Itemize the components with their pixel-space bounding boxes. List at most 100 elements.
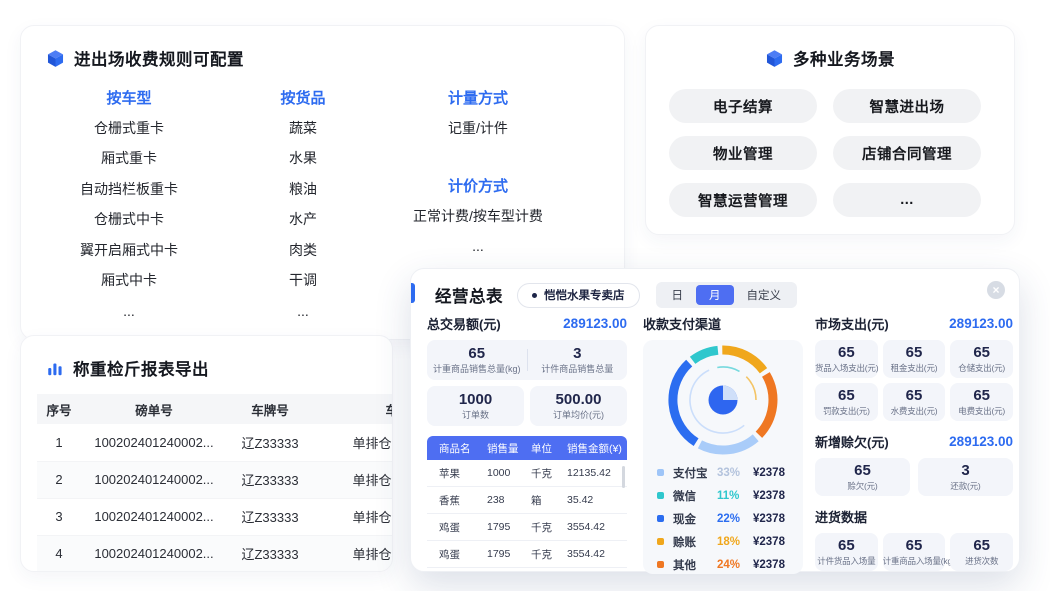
- fee-rule-item: 自动挡栏板重卡: [39, 174, 219, 205]
- table-row: 鸡蛋1795千克3554.42: [427, 514, 627, 541]
- store-dot-icon: [532, 293, 537, 298]
- product-table-cell: 千克: [531, 547, 567, 562]
- legend-amount: ¥2378: [753, 467, 785, 479]
- stat-label: 进货次数: [950, 555, 1013, 567]
- legend-amount: ¥2378: [753, 536, 785, 548]
- cube-icon: [46, 49, 65, 68]
- legend-label: 赊账: [673, 534, 717, 550]
- fee-column-header: 计量方式: [378, 82, 578, 113]
- product-table-header-cell: 商品名: [439, 441, 487, 456]
- product-table-cell: 千克: [531, 466, 567, 481]
- weigh-table-cell: 单排仓栅式货车: [313, 535, 393, 572]
- stat-label: 订单均价(元): [530, 409, 627, 421]
- fee-rule-item: 厢式重卡: [39, 143, 219, 174]
- weigh-table-cell: 单排仓栅式货车: [313, 461, 393, 498]
- cube-icon: [765, 49, 784, 68]
- legend-amount: ¥2378: [753, 513, 785, 525]
- stat-label: 订单数: [427, 409, 524, 421]
- purchase-stat-box: 65计件货品入场量: [815, 533, 878, 571]
- stat-box: 1000 订单数: [427, 386, 524, 426]
- weigh-table-cell: 2: [37, 461, 81, 498]
- fee-rules-column: 按车型仓栅式重卡厢式重卡自动挡栏板重卡仓栅式中卡翼开启厢式中卡厢式中卡...: [39, 82, 219, 326]
- fee-rule-item: 仓栅式中卡: [39, 204, 219, 235]
- transactions-label-row: 总交易额(元) 289123.00: [427, 311, 627, 335]
- credit-stats: 65赊欠(元)3还款(元): [815, 458, 1013, 496]
- product-table-cell: 1795: [487, 548, 531, 560]
- fee-rule-item: ...: [39, 296, 219, 327]
- legend-item: 微信11%¥2378: [657, 484, 803, 507]
- scenario-button[interactable]: 智慧进出场: [833, 89, 981, 123]
- stat-value: 65: [950, 344, 1013, 361]
- table-row: 香蕉238箱35.42: [427, 487, 627, 514]
- product-table-body: 苹果1000千克12135.42香蕉238箱35.42鸡蛋1795千克3554.…: [427, 460, 627, 568]
- legend-swatch-icon: [657, 561, 664, 568]
- section-value: 289123.00: [949, 316, 1013, 331]
- weigh-table-head-row: 序号磅单号车牌号车型: [37, 394, 393, 424]
- scenario-button[interactable]: 智慧运营管理: [669, 183, 817, 217]
- product-table-cell: 香蕉: [439, 493, 487, 508]
- scenario-button[interactable]: 物业管理: [669, 136, 817, 170]
- fee-column-header: 按货品: [228, 82, 378, 113]
- expense-stats: 65货品入场支出(元)65租金支出(元)65仓储支出(元)65罚款支出(元)65…: [815, 340, 1013, 421]
- period-tab[interactable]: 日: [659, 285, 697, 305]
- donut-chart: [643, 340, 803, 458]
- purchase-stats: 65计件货品入场量65计重商品入场量(kg)65进货次数: [815, 533, 1013, 571]
- stat-value: 65: [950, 387, 1013, 404]
- stat-label: 计件商品销售总量: [528, 363, 628, 375]
- weigh-table-cell: 100202401240002...: [81, 461, 227, 498]
- weigh-report-panel: 称重检斤报表导出 序号磅单号车牌号车型 1100202401240002...辽…: [20, 335, 393, 572]
- payment-channel-card: 支付宝33%¥2378微信11%¥2378现金22%¥2378赊账18%¥237…: [643, 340, 803, 574]
- table-row: 2100202401240002...辽Z33333单排仓栅式货车: [37, 461, 393, 498]
- transactions-column: 总交易额(元) 289123.00 65 计重商品销售总量(kg) 3 计件商品…: [427, 311, 627, 568]
- stat-box: 65 计重商品销售总量(kg): [427, 345, 527, 375]
- stat-value: 65: [883, 387, 946, 404]
- channels-label-row: 收款支付渠道: [643, 311, 803, 335]
- weigh-table-header-cell: 磅单号: [81, 394, 227, 424]
- expense-stat-box: 65电费支出(元): [950, 383, 1013, 421]
- expense-stat-box: 65水费支出(元): [883, 383, 946, 421]
- legend-percent: 22%: [717, 513, 753, 525]
- close-icon[interactable]: ×: [987, 281, 1005, 299]
- weigh-table: 序号磅单号车牌号车型 1100202401240002...辽Z33333单排仓…: [37, 394, 393, 572]
- fee-rules-header: 进出场收费规则可配置: [21, 26, 624, 70]
- weigh-table-cell: 3: [37, 498, 81, 535]
- fee-rule-item: 翼开启厢式中卡: [39, 235, 219, 266]
- product-table-cell: 3554.42: [567, 521, 627, 533]
- stat-label: 货品入场支出(元): [815, 362, 878, 374]
- weigh-table-header-cell: 序号: [37, 394, 81, 424]
- period-tab[interactable]: 月: [696, 285, 734, 305]
- channel-legend: 支付宝33%¥2378微信11%¥2378现金22%¥2378赊账18%¥237…: [643, 461, 803, 574]
- business-summary-panel: 经营总表 恺恺水果专卖店 日月自定义 × 总交易额(元) 289123.00 6…: [410, 268, 1020, 572]
- fee-rule-item: 仓栅式重卡: [39, 113, 219, 144]
- bar-chart-icon: [46, 359, 64, 377]
- scenario-button[interactable]: 电子结算: [669, 89, 817, 123]
- store-selector[interactable]: 恺恺水果专卖店: [517, 283, 640, 308]
- period-tab[interactable]: 自定义: [734, 285, 795, 305]
- product-table-cell: 箱: [531, 493, 567, 508]
- weigh-table-cell: 100202401240002...: [81, 498, 227, 535]
- scenarios-header: 多种业务场景: [646, 26, 1014, 70]
- section-value: 289123.00: [563, 316, 627, 331]
- fee-rule-item: 粮油: [228, 174, 378, 205]
- expenses-column: 市场支出(元) 289123.00 65货品入场支出(元)65租金支出(元)65…: [815, 311, 1013, 579]
- product-table-cell: 1000: [487, 467, 531, 479]
- scenario-button[interactable]: ...: [833, 183, 981, 217]
- stat-value: 65: [950, 537, 1013, 554]
- product-table-cell: 3554.42: [567, 548, 627, 560]
- legend-amount: ¥2378: [753, 559, 785, 571]
- purchase-label-row: 进货数据: [815, 504, 1013, 528]
- credit-stat-box: 65赊欠(元): [815, 458, 910, 496]
- panel-title: 经营总表: [435, 283, 503, 307]
- scenario-button[interactable]: 店铺合同管理: [833, 136, 981, 170]
- product-table-cell: 千克: [531, 520, 567, 535]
- scenario-buttons: 电子结算智慧进出场物业管理店铺合同管理智慧运营管理...: [669, 89, 981, 217]
- product-table-header-cell: 销售金额(¥): [567, 441, 627, 456]
- stat-value: 3: [528, 345, 628, 362]
- scenarios-panel: 多种业务场景 电子结算智慧进出场物业管理店铺合同管理智慧运营管理...: [645, 25, 1015, 235]
- channels-column: 收款支付渠道 支付宝33%¥2378微信11%¥2378现金22%¥2378赊账…: [643, 311, 803, 574]
- legend-swatch-icon: [657, 469, 664, 476]
- scrollbar-thumb[interactable]: [622, 466, 625, 488]
- table-row: 3100202401240002...辽Z33333单排仓栅式货车: [37, 498, 393, 535]
- stat-label: 赊欠(元): [815, 480, 910, 492]
- fee-column-header: 按车型: [39, 82, 219, 113]
